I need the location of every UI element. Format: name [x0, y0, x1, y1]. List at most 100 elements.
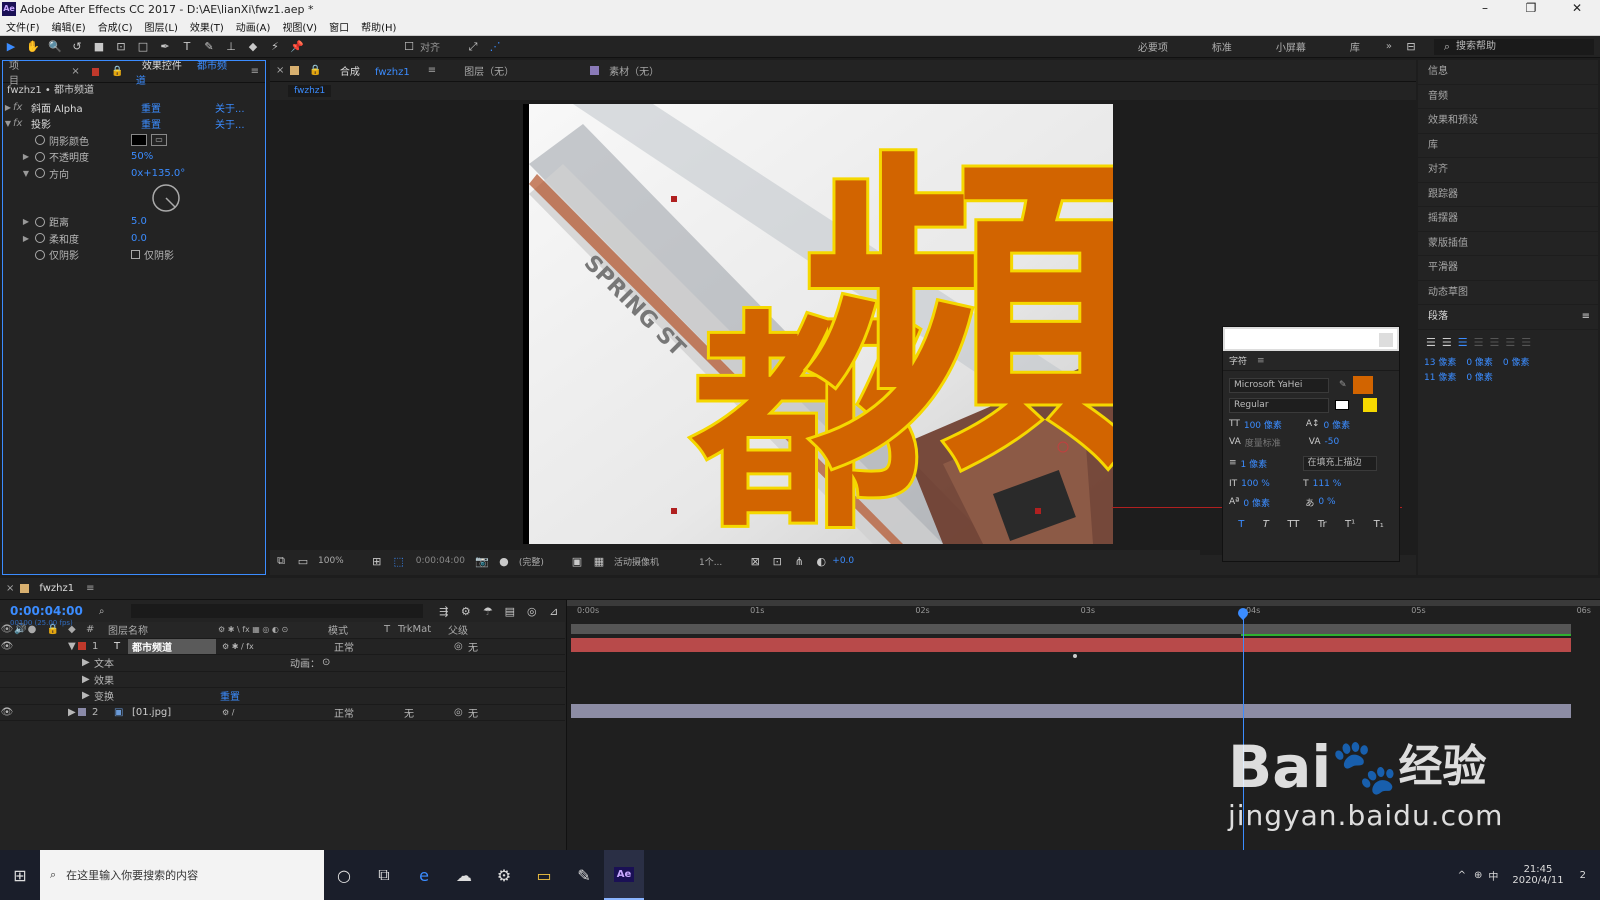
layer-row-2[interactable]: 👁 ▶ 2 ▣ [01.jpg] ⚙ / 正常 无 ◎ 无: [0, 705, 565, 721]
composition-frame[interactable]: SPRING ST 都 頻: [523, 104, 1113, 544]
panel-menu-icon[interactable]: ≡: [80, 583, 100, 594]
stopwatch-icon[interactable]: [35, 168, 45, 179]
tab-effect-controls[interactable]: 效果控件 都市频道: [130, 57, 245, 87]
notification-icon[interactable]: 2: [1580, 870, 1586, 881]
maximize-button[interactable]: ❐: [1508, 0, 1554, 18]
menu-view[interactable]: 视图(V): [276, 19, 323, 34]
tab-composition[interactable]: 合成 fwzhz1: [328, 63, 422, 78]
indent-left-value[interactable]: 13 像素: [1424, 355, 1456, 368]
zoom-select[interactable]: 100%: [318, 556, 344, 566]
file-explorer-icon[interactable]: ▭: [524, 850, 564, 900]
softness-value[interactable]: 0.0: [131, 233, 147, 244]
shadow-only-checkbox[interactable]: [131, 250, 140, 260]
stroke-mode-select[interactable]: 在填充上描边: [1302, 455, 1377, 471]
keyframe-dot[interactable]: [1073, 654, 1077, 658]
panel-tracker[interactable]: 跟踪器: [1418, 183, 1598, 207]
close-tab-icon[interactable]: ×: [270, 65, 290, 76]
small-caps-button[interactable]: Tr: [1318, 519, 1327, 530]
effect-bevel-alpha[interactable]: ▶ fx 斜面 Alpha 重置 关于...: [3, 99, 265, 116]
close-tab-icon[interactable]: ×: [65, 66, 85, 77]
indent-first-value[interactable]: 0 像素: [1503, 355, 1530, 368]
direction-dial[interactable]: [151, 183, 181, 213]
kerning-value[interactable]: 度量标准: [1245, 436, 1309, 449]
timecode-display[interactable]: 0:00:04:00: [416, 556, 465, 566]
exposure-icon[interactable]: ◐: [812, 553, 830, 569]
transform-reset-link[interactable]: 重置: [220, 688, 240, 703]
menu-animation[interactable]: 动画(A): [230, 19, 277, 34]
menu-layer[interactable]: 图层(L): [138, 19, 183, 34]
align-center-icon[interactable]: ☰: [1442, 336, 1452, 349]
roto-brush-tool-icon[interactable]: ⚡: [266, 39, 284, 55]
layer-switches[interactable]: ⚙ /: [216, 708, 334, 717]
shy-icon[interactable]: ☂: [479, 603, 497, 619]
parent-select[interactable]: 无: [468, 639, 478, 654]
panel-libraries[interactable]: 库: [1418, 134, 1598, 158]
sync-settings-icon[interactable]: ⊟: [1402, 39, 1420, 55]
start-icon[interactable]: ⊞: [0, 850, 40, 900]
workspace-essentials[interactable]: 必要项: [1138, 39, 1168, 54]
panel-align[interactable]: 对齐: [1418, 158, 1598, 183]
panel-effects-presets[interactable]: 效果和预设: [1418, 109, 1598, 134]
collapse-arrow-icon[interactable]: ▼: [68, 641, 78, 652]
expand-arrow-icon[interactable]: ▶: [21, 217, 31, 226]
layer-search-input[interactable]: [130, 604, 423, 618]
align-right-icon[interactable]: ☰: [1458, 336, 1468, 349]
transparency-grid-icon[interactable]: ▦: [590, 553, 608, 569]
opacity-value[interactable]: 50%: [131, 151, 153, 162]
menu-composition[interactable]: 合成(C): [92, 19, 139, 34]
menu-effect[interactable]: 效果(T): [184, 19, 230, 34]
safe-area-icon[interactable]: ⊞: [368, 553, 386, 569]
stroke-color-swatch[interactable]: [1363, 398, 1377, 412]
expand-arrow-icon[interactable]: ▶: [82, 674, 94, 685]
channel-icon[interactable]: ●: [495, 553, 513, 569]
leading-value[interactable]: 0 像素: [1324, 418, 1351, 431]
search-help-input[interactable]: 搜索帮助: [1434, 39, 1594, 55]
tracking-value[interactable]: -50: [1325, 437, 1340, 447]
hand-tool-icon[interactable]: ✋: [24, 39, 42, 55]
edge-icon[interactable]: e: [404, 850, 444, 900]
app-icon[interactable]: ✎: [564, 850, 604, 900]
tab-layer[interactable]: 图层（无）: [458, 63, 520, 78]
visibility-icon[interactable]: 👁: [0, 641, 14, 652]
quality-select[interactable]: (完整): [519, 555, 544, 568]
justify-center-icon[interactable]: ☰: [1490, 336, 1500, 349]
menu-file[interactable]: 文件(F): [0, 19, 46, 34]
panel-menu-icon[interactable]: ≡: [1257, 356, 1265, 366]
workspace-standard[interactable]: 标准: [1212, 39, 1232, 54]
space-after-value[interactable]: 0 像素: [1466, 370, 1493, 383]
camera-select[interactable]: 活动摄像机: [614, 555, 659, 568]
app-icon[interactable]: ⚙: [484, 850, 524, 900]
anchor-point[interactable]: [671, 196, 677, 202]
layer-bar-2[interactable]: [571, 704, 1571, 718]
menu-help[interactable]: 帮助(H): [355, 19, 402, 34]
taskbar-search-input[interactable]: ⌕ 在这里输入你要搜索的内容: [40, 850, 324, 900]
panel-audio[interactable]: 音频: [1418, 85, 1598, 109]
region-icon[interactable]: ⬚: [390, 553, 408, 569]
comp-mini-flowchart-icon[interactable]: ⇶: [435, 603, 453, 619]
expand-arrow-icon[interactable]: ▶: [82, 657, 94, 668]
stopwatch-icon[interactable]: [35, 249, 45, 260]
parent-select[interactable]: 无: [468, 705, 478, 720]
subtab-fwzhz1[interactable]: fwzhz1: [288, 85, 332, 97]
app-icon[interactable]: ☁: [444, 850, 484, 900]
collapse-arrow-icon[interactable]: ▼: [3, 119, 13, 128]
menu-edit[interactable]: 编辑(E): [46, 19, 92, 34]
trkmat-select[interactable]: 无: [404, 705, 454, 720]
expand-arrow-icon[interactable]: ▶: [68, 707, 78, 718]
layer-search-icon[interactable]: ⌕: [99, 606, 131, 617]
stopwatch-icon[interactable]: [35, 216, 45, 227]
white-swatch[interactable]: [1335, 400, 1349, 410]
cortana-icon[interactable]: ○: [324, 850, 364, 900]
distance-value[interactable]: 5.0: [131, 216, 147, 227]
more-workspaces-button[interactable]: »: [1386, 41, 1392, 52]
fx-icon[interactable]: fx: [13, 102, 31, 113]
flowchart-icon[interactable]: ⋔: [790, 553, 808, 569]
parent-pickwhip-icon[interactable]: ◎: [454, 707, 468, 718]
justify-all-icon[interactable]: ☰: [1521, 336, 1531, 349]
close-panel-icon[interactable]: [1379, 333, 1393, 347]
font-family-select[interactable]: Microsoft YaHei: [1229, 377, 1329, 393]
lock-icon[interactable]: 🔒: [105, 66, 129, 77]
expand-arrow-icon[interactable]: ▶: [21, 234, 31, 243]
workspace-small-screen[interactable]: 小屏幕: [1276, 39, 1306, 54]
collapse-arrow-icon[interactable]: ▼: [21, 169, 31, 178]
